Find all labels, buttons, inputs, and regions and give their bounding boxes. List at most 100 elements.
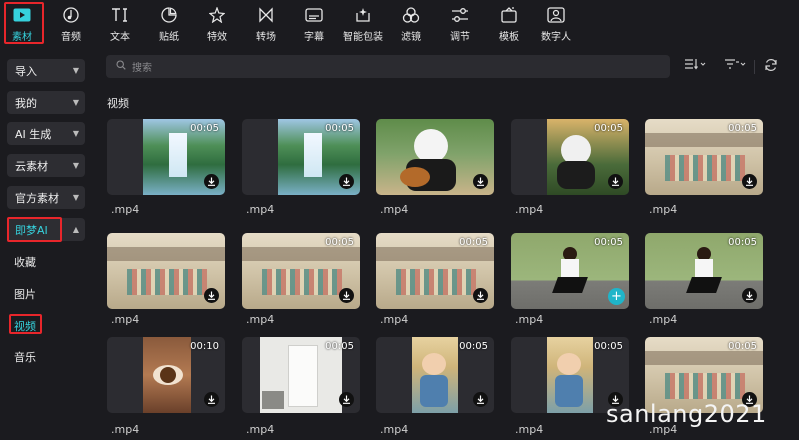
tab-label: 特效: [207, 32, 227, 43]
tab-template[interactable]: 模板: [491, 0, 527, 46]
download-icon[interactable]: [339, 288, 354, 303]
duration-label: 00:05: [190, 123, 219, 134]
video-card[interactable]: 00:05: [242, 119, 360, 195]
tab-label: 文本: [110, 32, 130, 43]
download-icon[interactable]: [742, 288, 757, 303]
video-filename: .mp4: [380, 313, 409, 326]
download-icon[interactable]: [473, 392, 488, 407]
music-note-icon: [61, 6, 81, 24]
sidebar-item-ai-generate[interactable]: AI 生成 ▼: [7, 122, 85, 145]
sidebar-item-label: AI 生成: [15, 127, 52, 141]
chevron-down-icon: ▼: [72, 98, 79, 107]
tab-label: 数字人: [541, 32, 571, 43]
search-placeholder: 搜索: [132, 63, 152, 74]
filter-icon: [401, 6, 421, 24]
sidebar-item-label: 导入: [15, 64, 37, 78]
video-filename: .mp4: [515, 423, 544, 436]
refresh-icon: [764, 58, 778, 75]
video-card[interactable]: 00:05: [376, 233, 494, 309]
duration-label: 00:05: [728, 123, 757, 134]
adjust-sliders-icon: [450, 6, 470, 24]
tab-label: 贴纸: [159, 32, 179, 43]
tab-digital-human[interactable]: 数字人: [536, 0, 576, 46]
sidebar-item-official[interactable]: 官方素材 ▼: [7, 186, 85, 209]
tab-label: 智能包装: [343, 32, 383, 43]
tab-audio[interactable]: 音频: [53, 0, 89, 46]
filter-funnel-icon: [724, 59, 746, 73]
video-card[interactable]: [107, 233, 225, 309]
digital-human-icon: [546, 6, 566, 24]
tab-filter[interactable]: 滤镜: [393, 0, 429, 46]
video-card[interactable]: 00:05: [645, 119, 763, 195]
tab-effects[interactable]: 特效: [199, 0, 235, 46]
sidebar-subitem-videos[interactable]: 视频: [14, 318, 36, 334]
template-icon: [499, 6, 519, 24]
sidebar-item-mine[interactable]: 我的 ▼: [7, 91, 85, 114]
video-card[interactable]: 00:05: [242, 233, 360, 309]
toolbar-divider: [754, 60, 755, 74]
tab-label: 模板: [499, 32, 519, 43]
duration-label: 00:05: [728, 237, 757, 248]
section-title: 视频: [107, 97, 129, 110]
sidebar-item-import[interactable]: 导入 ▼: [7, 59, 85, 82]
video-filename: .mp4: [649, 203, 678, 216]
video-filename: .mp4: [380, 203, 409, 216]
filter-button[interactable]: [724, 58, 746, 73]
sidebar: 导入 ▼ 我的 ▼ AI 生成 ▼ 云素材 ▼ 官方素材 ▼ 即梦AI ▲ 收藏…: [0, 48, 97, 440]
search-input[interactable]: 搜索: [106, 55, 670, 78]
tab-transition[interactable]: 转场: [248, 0, 284, 46]
video-card[interactable]: 00:05: [645, 233, 763, 309]
tab-text[interactable]: 文本: [102, 0, 138, 46]
download-icon[interactable]: [742, 174, 757, 189]
tab-smart-pack[interactable]: 智能包装: [340, 0, 386, 46]
video-card[interactable]: [376, 119, 494, 195]
sidebar-item-cloud[interactable]: 云素材 ▼: [7, 154, 85, 177]
video-card[interactable]: 00:05: [376, 337, 494, 413]
download-icon[interactable]: [339, 392, 354, 407]
download-icon[interactable]: [204, 174, 219, 189]
video-filename: .mp4: [515, 203, 544, 216]
duration-label: 00:05: [459, 237, 488, 248]
tab-subtitle[interactable]: 字幕: [296, 0, 332, 46]
sidebar-item-jimeng-ai[interactable]: 即梦AI ▲: [7, 218, 85, 241]
sort-button[interactable]: [684, 58, 706, 73]
download-icon[interactable]: [339, 174, 354, 189]
download-icon[interactable]: [608, 174, 623, 189]
transition-icon: [256, 6, 276, 24]
top-toolbar: 素材 音频 文本 贴纸 特效 转场 字幕 智能包装 滤镜 调节 模板 数字人: [0, 0, 799, 48]
video-filename: .mp4: [111, 423, 140, 436]
duration-label: 00:05: [325, 123, 354, 134]
video-filename: .mp4: [111, 313, 140, 326]
sidebar-subitem-favorites[interactable]: 收藏: [14, 254, 36, 270]
download-icon[interactable]: [204, 288, 219, 303]
video-filename: .mp4: [515, 313, 544, 326]
duration-label: 00:05: [325, 341, 354, 352]
sidebar-subitem-images[interactable]: 图片: [14, 286, 36, 302]
sidebar-subitem-music[interactable]: 音乐: [14, 349, 36, 365]
chevron-down-icon: ▼: [72, 66, 79, 75]
duration-label: 00:05: [594, 123, 623, 134]
video-card[interactable]: 00:05: [511, 119, 629, 195]
chevron-down-icon: ▼: [72, 193, 79, 202]
download-icon[interactable]: [473, 174, 488, 189]
tab-adjust[interactable]: 调节: [442, 0, 478, 46]
video-filename: .mp4: [246, 313, 275, 326]
chevron-down-icon: ▼: [72, 161, 79, 170]
video-filename: .mp4: [111, 203, 140, 216]
sort-icon: [684, 59, 706, 73]
video-card[interactable]: 00:05: [107, 119, 225, 195]
tab-sticker[interactable]: 贴纸: [151, 0, 187, 46]
tab-media[interactable]: 素材: [4, 0, 40, 46]
video-card[interactable]: 00:05: [242, 337, 360, 413]
video-filename: .mp4: [246, 423, 275, 436]
tab-label: 转场: [256, 32, 276, 43]
add-to-timeline-icon[interactable]: +: [608, 288, 625, 305]
media-play-icon: [12, 6, 32, 24]
video-card[interactable]: 00:05 +: [511, 233, 629, 309]
duration-label: 00:05: [728, 341, 757, 352]
download-icon[interactable]: [473, 288, 488, 303]
sidebar-item-label: 即梦AI: [15, 223, 48, 237]
video-card[interactable]: 00:10: [107, 337, 225, 413]
download-icon[interactable]: [204, 392, 219, 407]
refresh-button[interactable]: [764, 58, 778, 75]
